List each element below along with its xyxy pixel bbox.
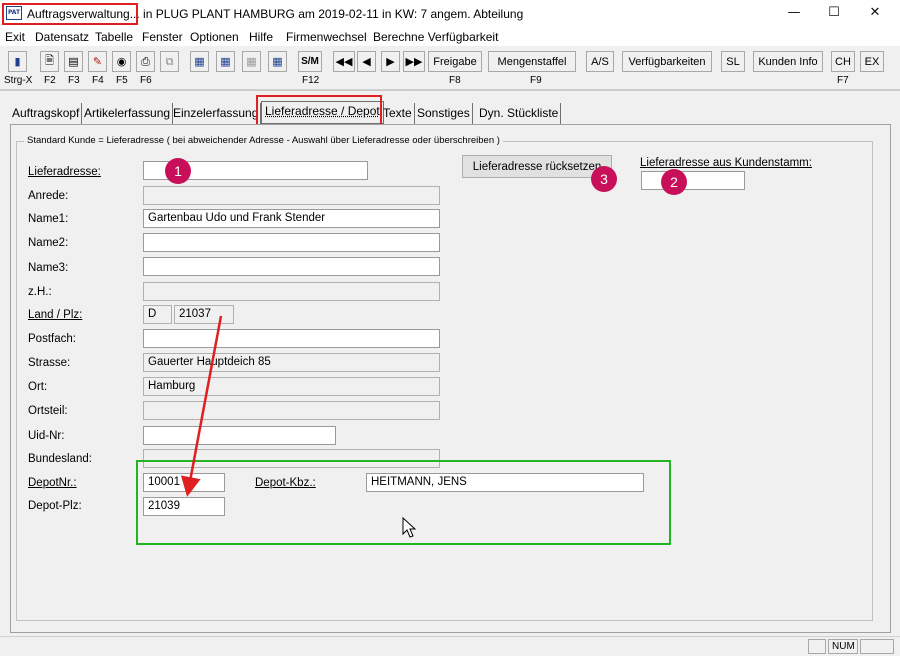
status-bar: NUM xyxy=(0,636,900,656)
annotation-arrow-layer xyxy=(180,315,417,538)
mouse-cursor-icon xyxy=(402,516,417,538)
status-cell xyxy=(808,639,826,654)
annotation-arrow xyxy=(180,315,223,497)
status-cell xyxy=(860,639,894,654)
num-indicator: NUM xyxy=(828,639,858,654)
